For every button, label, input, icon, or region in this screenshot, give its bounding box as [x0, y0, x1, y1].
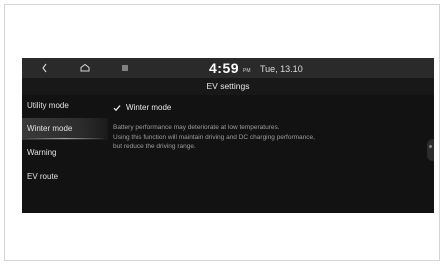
sidebar-item-winter-mode[interactable]: Winter mode: [22, 118, 108, 140]
infotainment-screen: 4:59 PM Tue, 13.10 EV settings Utility m…: [22, 58, 434, 213]
description-line: Using this function will maintain drivin…: [113, 133, 315, 141]
winter-mode-label: Winter mode: [126, 103, 172, 112]
status-bar: 4:59 PM Tue, 13.10: [22, 58, 434, 78]
scroll-dot: [429, 145, 432, 148]
sidebar-item-label: Warning: [27, 148, 57, 157]
sidebar-item-label: Winter mode: [27, 124, 73, 133]
sidebar-item-ev-route[interactable]: EV route: [22, 166, 108, 188]
back-chevron-icon[interactable]: [40, 58, 50, 78]
menu-icon[interactable]: [119, 58, 131, 78]
sidebar-item-warning[interactable]: Warning: [22, 142, 108, 164]
checkmark-icon[interactable]: [113, 104, 121, 112]
home-icon[interactable]: [78, 58, 92, 78]
description-line: Battery performance may deteriorate at l…: [113, 124, 280, 131]
sidebar-item-label: EV route: [27, 172, 59, 181]
scroll-handle[interactable]: [427, 139, 434, 161]
clock-date: Tue, 13.10: [260, 64, 303, 74]
description-line: but reduce the driving range.: [113, 143, 196, 150]
page-title: EV settings: [22, 78, 434, 95]
settings-content: Winter mode Battery performance may dete…: [111, 95, 429, 213]
sidebar-menu: Utility mode Winter mode Warning EV rout…: [22, 95, 108, 213]
sidebar-item-label: Utility mode: [27, 101, 69, 110]
clock-time: 4:59: [209, 60, 240, 76]
sidebar-item-utility-mode[interactable]: Utility mode: [22, 95, 108, 117]
winter-mode-description: Battery performance may deteriorate at l…: [113, 123, 413, 152]
